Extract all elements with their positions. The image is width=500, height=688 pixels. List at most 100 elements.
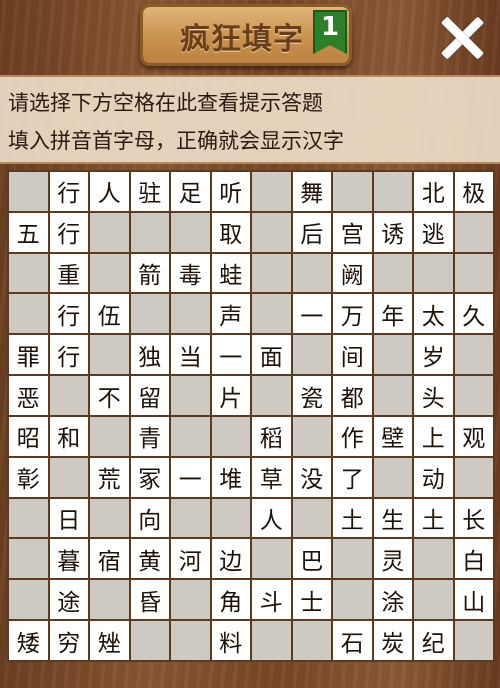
grid-cell[interactable]: 人 [89, 171, 130, 212]
grid-cell[interactable]: 行 [48, 293, 89, 335]
grid-cell[interactable]: 土 [413, 497, 454, 539]
grid-cell[interactable]: 一 [170, 456, 211, 498]
grid-cell[interactable]: 北 [413, 171, 454, 212]
grid-cell[interactable]: 间 [332, 334, 373, 376]
grid-cell-blocked [372, 252, 413, 294]
grid-cell[interactable]: 头 [413, 375, 454, 416]
grid-cell-blocked [413, 252, 454, 294]
grid-cell[interactable]: 士 [291, 579, 332, 621]
grid-cell[interactable]: 瓷 [291, 375, 332, 416]
grid-cell[interactable]: 行 [48, 334, 89, 376]
grid-cell[interactable]: 声 [210, 293, 251, 335]
grid-cell[interactable]: 恶 [8, 375, 49, 416]
grid-cell[interactable]: 和 [48, 415, 89, 457]
grid-cell[interactable]: 罪 [8, 334, 49, 376]
grid-cell[interactable]: 日 [48, 497, 89, 539]
grid-cell[interactable]: 五 [8, 211, 49, 253]
grid-cell[interactable]: 观 [453, 415, 494, 457]
grid-cell[interactable]: 诱 [372, 211, 413, 253]
grid-cell[interactable]: 黄 [129, 538, 170, 580]
grid-cell-blocked [89, 211, 130, 253]
grid-cell[interactable]: 面 [251, 334, 292, 376]
grid-cell[interactable]: 久 [453, 293, 494, 335]
grid-cell[interactable]: 逃 [413, 211, 454, 253]
grid-cell[interactable]: 矬 [89, 620, 130, 661]
grid-cell[interactable]: 人 [251, 497, 292, 539]
grid-cell[interactable]: 冢 [129, 456, 170, 498]
grid-cell[interactable]: 年 [372, 293, 413, 335]
grid-cell[interactable]: 堆 [210, 456, 251, 498]
grid-cell[interactable]: 了 [332, 456, 373, 498]
grid-cell[interactable]: 白 [453, 538, 494, 580]
grid-cell-blocked [251, 375, 292, 416]
grid-cell-blocked [89, 334, 130, 376]
grid-cell[interactable]: 途 [48, 579, 89, 621]
grid-cell[interactable]: 独 [129, 334, 170, 376]
grid-cell[interactable]: 荒 [89, 456, 130, 498]
grid-cell[interactable]: 生 [372, 497, 413, 539]
grid-cell[interactable]: 都 [332, 375, 373, 416]
grid-cell[interactable]: 稻 [251, 415, 292, 457]
grid-cell[interactable]: 足 [170, 171, 211, 212]
grid-cell[interactable]: 彰 [8, 456, 49, 498]
grid-cell-blocked [170, 375, 211, 416]
grid-cell-blocked [210, 415, 251, 457]
grid-cell[interactable]: 山 [453, 579, 494, 621]
grid-cell[interactable]: 青 [129, 415, 170, 457]
grid-cell[interactable]: 宿 [89, 538, 130, 580]
grid-cell[interactable]: 土 [332, 497, 373, 539]
grid-cell[interactable]: 留 [129, 375, 170, 416]
grid-cell[interactable]: 灵 [372, 538, 413, 580]
grid-cell[interactable]: 伍 [89, 293, 130, 335]
grid-cell[interactable]: 蛙 [210, 252, 251, 294]
grid-cell[interactable]: 一 [291, 293, 332, 335]
grid-cell[interactable]: 后 [291, 211, 332, 253]
grid-cell[interactable]: 向 [129, 497, 170, 539]
grid-cell[interactable]: 昏 [129, 579, 170, 621]
grid-cell[interactable]: 草 [251, 456, 292, 498]
grid-cell[interactable]: 昭 [8, 415, 49, 457]
grid-cell[interactable]: 太 [413, 293, 454, 335]
grid-cell[interactable]: 阙 [332, 252, 373, 294]
grid-cell[interactable]: 巴 [291, 538, 332, 580]
grid-cell[interactable]: 边 [210, 538, 251, 580]
grid-cell[interactable]: 角 [210, 579, 251, 621]
grid-cell[interactable]: 极 [453, 171, 494, 212]
grid-cell[interactable]: 一 [210, 334, 251, 376]
grid-cell[interactable]: 当 [170, 334, 211, 376]
grid-cell[interactable]: 岁 [413, 334, 454, 376]
grid-cell[interactable]: 长 [453, 497, 494, 539]
grid-cell[interactable]: 穷 [48, 620, 89, 661]
grid-cell[interactable]: 作 [332, 415, 373, 457]
grid-cell[interactable]: 斗 [251, 579, 292, 621]
grid-cell[interactable]: 万 [332, 293, 373, 335]
grid-cell[interactable]: 炭 [372, 620, 413, 661]
grid-cell[interactable]: 重 [48, 252, 89, 294]
grid-cell[interactable]: 宫 [332, 211, 373, 253]
grid-cell[interactable]: 石 [332, 620, 373, 661]
grid-cell[interactable]: 料 [210, 620, 251, 661]
grid-cell[interactable]: 暮 [48, 538, 89, 580]
grid-cell[interactable]: 行 [48, 211, 89, 253]
grid-cell[interactable]: 纪 [413, 620, 454, 661]
grid-cell-blocked [8, 171, 49, 212]
grid-cell[interactable]: 行 [48, 171, 89, 212]
grid-cell[interactable]: 涂 [372, 579, 413, 621]
grid-cell[interactable]: 箭 [129, 252, 170, 294]
grid-cell[interactable]: 毒 [170, 252, 211, 294]
grid-cell-blocked [170, 620, 211, 661]
close-icon[interactable] [438, 14, 486, 62]
grid-cell[interactable]: 壁 [372, 415, 413, 457]
grid-cell[interactable]: 舞 [291, 171, 332, 212]
grid-cell[interactable]: 动 [413, 456, 454, 498]
grid-cell[interactable]: 驻 [129, 171, 170, 212]
grid-cell[interactable]: 河 [170, 538, 211, 580]
grid-cell[interactable]: 片 [210, 375, 251, 416]
grid-cell[interactable]: 不 [89, 375, 130, 416]
grid-cell[interactable]: 取 [210, 211, 251, 253]
grid-cell-blocked [129, 211, 170, 253]
grid-cell[interactable]: 没 [291, 456, 332, 498]
grid-cell[interactable]: 上 [413, 415, 454, 457]
grid-cell[interactable]: 矮 [8, 620, 49, 661]
grid-cell[interactable]: 听 [210, 171, 251, 212]
